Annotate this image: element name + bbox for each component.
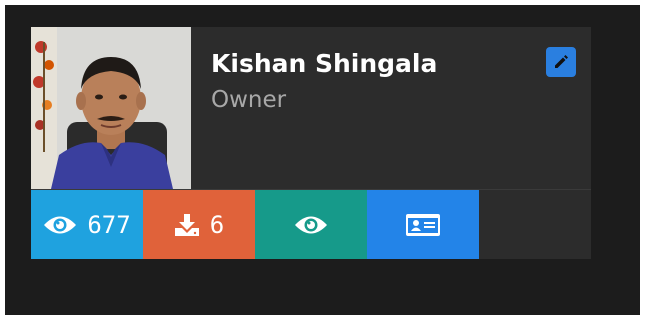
action-bar-spacer <box>479 190 591 259</box>
id-card-icon <box>405 213 441 237</box>
download-icon <box>174 213 200 237</box>
profile-header: Kishan Shingala Owner <box>31 27 591 189</box>
downloads-button[interactable]: 6 <box>143 190 255 259</box>
contact-card-button[interactable] <box>367 190 479 259</box>
profile-card: Kishan Shingala Owner 677 6 <box>31 27 591 259</box>
action-bar: 677 6 <box>31 190 591 259</box>
avatar <box>31 27 191 189</box>
pencil-icon <box>555 55 568 68</box>
views-count: 677 <box>87 210 131 239</box>
edit-profile-button[interactable] <box>546 47 576 77</box>
profile-photo <box>31 27 191 189</box>
eye-icon <box>43 214 77 236</box>
page-frame: Kishan Shingala Owner 677 6 <box>5 5 640 315</box>
preview-button[interactable] <box>255 190 367 259</box>
views-button[interactable]: 677 <box>31 190 143 259</box>
profile-name: Kishan Shingala <box>211 49 438 78</box>
eye-icon <box>294 214 328 236</box>
downloads-count: 6 <box>209 210 225 239</box>
profile-role: Owner <box>211 87 287 113</box>
